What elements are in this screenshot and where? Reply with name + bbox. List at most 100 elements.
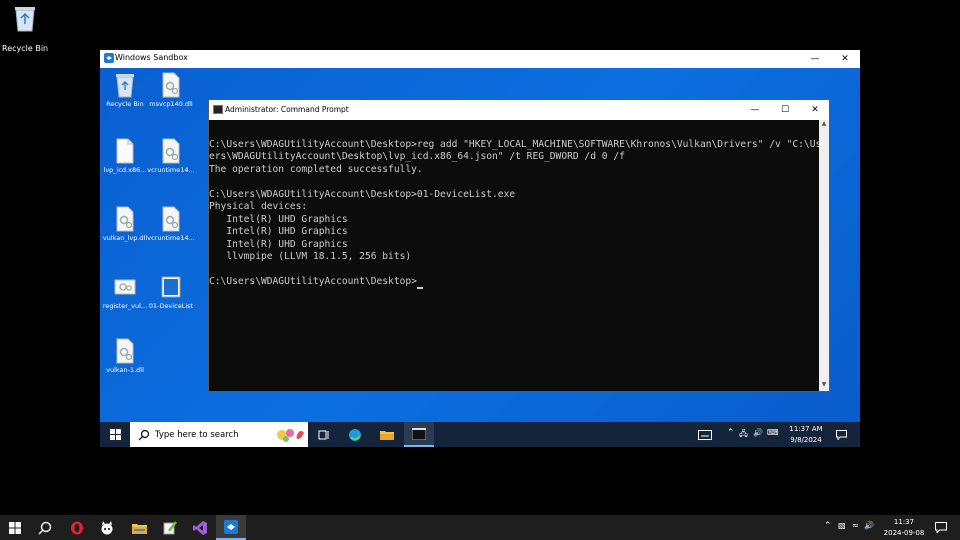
host-search-button[interactable] [30, 515, 60, 540]
dll-file-icon [116, 338, 134, 364]
console-line: llvmpipe (LLVM 18.1.5, 256 bits) [209, 251, 412, 262]
sandbox-clock-date: 9/8/2024 [790, 436, 822, 444]
desktop-icon-label: vulkan_lvp.dll [102, 234, 148, 242]
recycle-bin-icon [15, 7, 35, 32]
sandbox-notifications-button[interactable] [830, 422, 852, 447]
close-icon: ✕ [811, 105, 819, 115]
network-icon[interactable]: 🖧 [739, 428, 748, 442]
sandbox-window[interactable]: Windows Sandbox — ✕ Recycle Bin msvcp140… [100, 50, 860, 447]
notepad-plus-icon [163, 520, 177, 534]
volume-icon[interactable]: 🔊 [753, 428, 763, 437]
battery-icon[interactable]: ▧ [838, 521, 846, 530]
host-recycle-bin[interactable]: Recycle Bin [2, 4, 48, 55]
host-clock-date: 2024-09-08 [883, 529, 925, 537]
scroll-down-icon[interactable]: ▼ [819, 381, 829, 391]
console-line: Intel(R) UHD Graphics [209, 238, 348, 250]
search-highlight-icon [277, 428, 304, 442]
sandbox-desktop-icon[interactable]: vulkan_lvp.dll [100, 206, 150, 242]
host-file-explorer-button[interactable] [124, 515, 154, 540]
desktop-icon-label: lvp_icd.x86... [103, 166, 147, 174]
sandbox-start-button[interactable] [100, 422, 130, 447]
ime-icon[interactable]: ⌨ [767, 428, 779, 437]
chevron-up-icon[interactable]: ⌃ [824, 521, 832, 531]
sandbox-task-view-button[interactable] [310, 422, 338, 447]
sandbox-desktop-icon[interactable]: vcruntime14... [146, 138, 196, 174]
search-placeholder: Type here to search [155, 429, 239, 440]
desktop-icon-label: vcruntime14... [147, 166, 195, 174]
sandbox-desktop-icon[interactable]: 01-DeviceList [146, 274, 196, 310]
sandbox-search-box[interactable]: Type here to search [130, 422, 308, 447]
console-line: The operation completed successfully. [209, 163, 423, 175]
host-app-button[interactable] [155, 515, 185, 540]
host-clock[interactable]: 11:37 2024-09-08 [874, 517, 934, 539]
desktop-icon-label: vulkan-1.dll [106, 366, 144, 374]
chevron-up-icon[interactable]: ⌃ [727, 428, 735, 438]
close-icon: ✕ [841, 54, 849, 64]
scroll-up-icon[interactable]: ▲ [819, 120, 829, 130]
console-line: Intel(R) UHD Graphics [209, 226, 348, 237]
maximize-icon: ☐ [780, 105, 790, 115]
cmd-titlebar[interactable]: Administrator: Command Prompt — ☐ ✕ [209, 100, 829, 120]
dll-file-icon [116, 206, 134, 232]
exe-file-icon [161, 276, 181, 298]
task-view-icon [318, 430, 329, 439]
host-notifications-button[interactable] [926, 515, 956, 540]
command-prompt-icon [412, 427, 426, 440]
sandbox-keyboard-tray[interactable] [694, 422, 716, 447]
sandbox-desktop-icon[interactable]: Recycle Bin [100, 72, 150, 108]
cmd-maximize-button[interactable]: ☐ [771, 100, 799, 120]
sandbox-desktop-icon[interactable]: vcruntime14... [146, 206, 196, 242]
host-visual-studio-button[interactable] [185, 515, 215, 540]
folder-icon [380, 430, 394, 440]
desktop-icon-label: register_vul... [102, 302, 148, 310]
command-prompt-window[interactable]: Administrator: Command Prompt — ☐ ✕ C:\U… [208, 99, 830, 392]
sandbox-maximize-button-hidden [800, 50, 830, 68]
sandbox-titlebar[interactable]: Windows Sandbox — ✕ [100, 50, 860, 68]
console-line: Physical devices: [209, 201, 308, 212]
desktop-icon-label: 01-DeviceList [148, 302, 194, 310]
json-file-icon [116, 138, 134, 164]
sandbox-cmd-taskbar-button[interactable] [404, 422, 434, 447]
sandbox-edge-button[interactable] [340, 422, 370, 447]
cmd-app-icon [213, 105, 223, 114]
sandbox-desktop-icon[interactable]: vulkan-1.dll [100, 338, 150, 374]
sandbox-taskbar: Type here to search ⌃ 🖧 🔊 ⌨ 11:37 AM 9/8… [100, 422, 860, 447]
notification-icon [935, 522, 947, 533]
sandbox-icon [224, 519, 238, 534]
cmd-scrollbar[interactable]: ▲ ▼ [819, 120, 829, 391]
volume-icon[interactable]: 🔊 [864, 521, 874, 530]
edge-icon [349, 428, 361, 441]
console-line: Intel(R) UHD Graphics [209, 213, 348, 225]
visual-studio-icon [193, 520, 207, 535]
host-start-button[interactable] [0, 515, 30, 540]
console-line: C:\Users\WDAGUtilityAccount\Desktop>reg … [209, 138, 819, 150]
dll-file-icon [162, 72, 180, 98]
sandbox-file-explorer-button[interactable] [372, 422, 402, 447]
search-icon [138, 429, 150, 440]
host-opera-button[interactable] [62, 515, 92, 540]
host-sandbox-button[interactable] [216, 515, 246, 540]
cmd-console-output[interactable]: C:\Users\WDAGUtilityAccount\Desktop>reg … [209, 120, 819, 391]
windows-start-icon [9, 521, 21, 534]
sandbox-app-icon [104, 53, 114, 63]
cmd-minimize-button[interactable]: — [741, 100, 769, 120]
sandbox-clock[interactable]: 11:37 AM 9/8/2024 [786, 424, 826, 446]
desktop-icon-label: msvcp140.dll [149, 100, 193, 108]
sandbox-desktop-icon[interactable]: register_vul... [100, 274, 150, 310]
cmd-close-button[interactable]: ✕ [801, 100, 829, 120]
sandbox-desktop-icon[interactable]: lvp_icd.x86... [100, 138, 150, 174]
sandbox-close-button[interactable]: ✕ [830, 50, 860, 68]
wifi-icon[interactable]: ≈ [852, 521, 859, 530]
desktop-icon-label: vcruntime14... [147, 234, 195, 242]
notification-icon [835, 429, 847, 440]
dll-file-icon [162, 138, 180, 164]
sandbox-desktop: Recycle Bin msvcp140.dll lvp_icd.x86... [100, 68, 860, 422]
sandbox-desktop-icon[interactable]: msvcp140.dll [146, 72, 196, 108]
windows-start-icon [109, 429, 121, 440]
desktop-icon-label: Recycle Bin [106, 100, 144, 108]
host-app-button[interactable] [92, 515, 122, 540]
sandbox-clock-time: 11:37 AM [789, 425, 823, 433]
